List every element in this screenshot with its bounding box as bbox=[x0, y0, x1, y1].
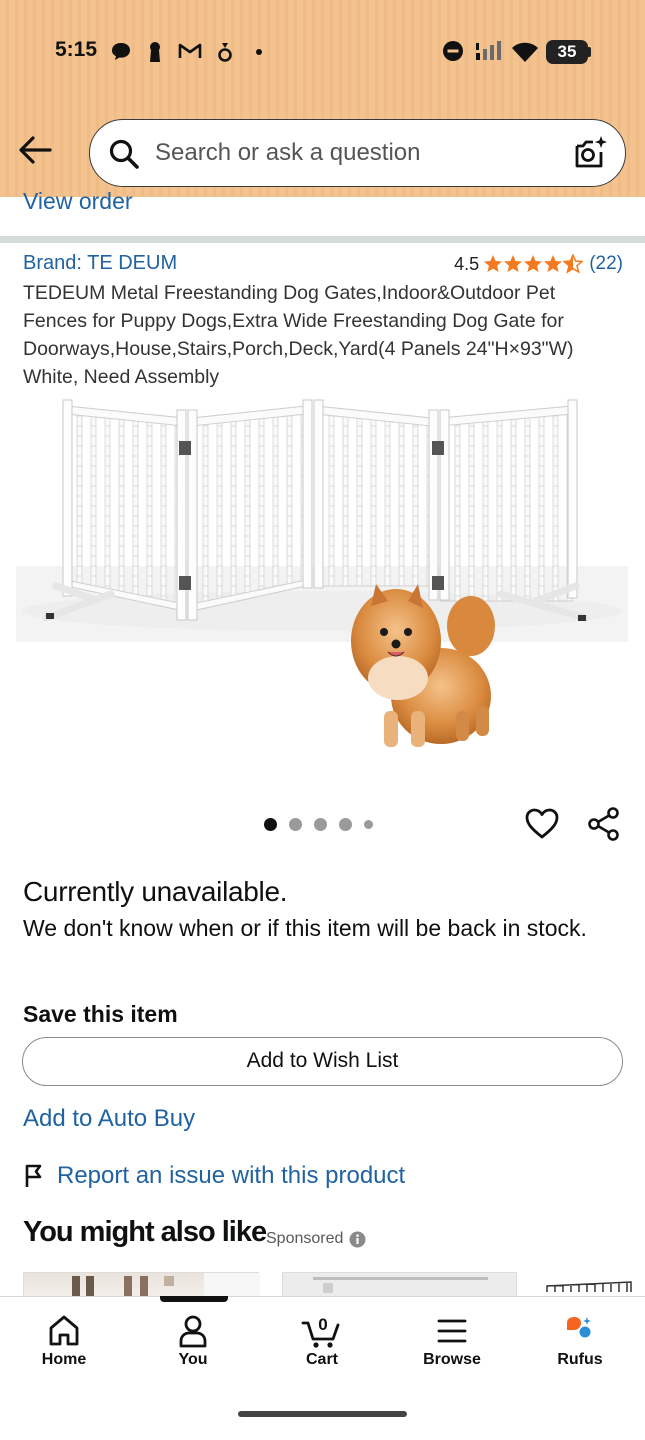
rufus-icon bbox=[567, 1317, 591, 1338]
battery-indicator: 35 bbox=[546, 40, 588, 64]
nav-rufus-label: Rufus bbox=[557, 1351, 603, 1368]
status-time: 5:15 bbox=[55, 38, 98, 61]
rating-count[interactable]: (22) bbox=[589, 253, 623, 275]
star-full-icon bbox=[524, 255, 543, 272]
active-tab-indicator bbox=[160, 1296, 228, 1302]
more-notifications-icon bbox=[256, 49, 262, 55]
signal-icon bbox=[476, 41, 501, 60]
menu-icon bbox=[437, 1319, 467, 1343]
bottom-navigation: Home You 0 Cart Browse Rufus bbox=[0, 1296, 645, 1440]
recommendations-heading: You might also like bbox=[23, 1216, 267, 1248]
sponsored-text: Sponsored bbox=[266, 1230, 344, 1247]
cart-icon: 0 bbox=[301, 1315, 340, 1348]
thumbnail-image bbox=[72, 1273, 260, 1298]
chat-notification-icon bbox=[112, 43, 130, 60]
image-pagination[interactable] bbox=[264, 818, 385, 831]
back-arrow-icon[interactable] bbox=[16, 133, 56, 167]
app-header: 5:15 35 Search or ask a question bbox=[0, 0, 645, 197]
report-issue-label: Report an issue with this product bbox=[57, 1162, 406, 1189]
status-bar: 5:15 35 bbox=[0, 30, 645, 74]
search-bar[interactable]: Search or ask a question bbox=[89, 119, 626, 187]
recommendation-thumbnail[interactable] bbox=[541, 1272, 645, 1298]
info-icon[interactable] bbox=[349, 1231, 366, 1248]
brand-link[interactable]: Brand: TE DEUM bbox=[23, 252, 177, 275]
nav-browse-label: Browse bbox=[423, 1351, 481, 1368]
battery-tip bbox=[588, 47, 591, 57]
cart-count: 0 bbox=[318, 1315, 327, 1334]
gmail-notification-icon bbox=[178, 43, 202, 58]
sponsored-label[interactable]: Sponsored bbox=[266, 1230, 366, 1248]
add-to-auto-buy-link[interactable]: Add to Auto Buy bbox=[23, 1105, 195, 1133]
nav-home-label: Home bbox=[41, 1351, 87, 1368]
rating-value: 4.5 bbox=[454, 253, 480, 274]
star-full-icon bbox=[484, 255, 503, 272]
availability-message: We don't know when or if this item will … bbox=[23, 915, 587, 941]
pagination-dot-active[interactable] bbox=[264, 818, 277, 831]
star-full-icon bbox=[544, 255, 563, 272]
product-image[interactable] bbox=[16, 396, 628, 766]
nav-cart-label: Cart bbox=[305, 1351, 338, 1368]
search-icon bbox=[109, 139, 139, 169]
star-half-icon bbox=[563, 254, 584, 274]
rating-stars bbox=[483, 254, 584, 274]
search-input[interactable]: Search or ask a question bbox=[155, 139, 421, 167]
app-notification-icon bbox=[218, 43, 232, 62]
heart-icon[interactable] bbox=[524, 806, 560, 842]
product-title: TEDEUM Metal Freestanding Dog Gates,Indo… bbox=[23, 282, 574, 388]
thumbnail-image bbox=[313, 1277, 488, 1293]
system-home-indicator[interactable] bbox=[238, 1411, 407, 1417]
home-icon bbox=[49, 1315, 79, 1346]
nav-rufus[interactable]: Rufus bbox=[530, 1313, 630, 1369]
flag-icon bbox=[25, 1164, 42, 1187]
save-item-heading: Save this item bbox=[23, 1001, 178, 1027]
recommendations-carousel[interactable] bbox=[23, 1272, 645, 1298]
report-issue-link[interactable]: Report an issue with this product bbox=[23, 1159, 405, 1193]
recommendation-thumbnail[interactable] bbox=[282, 1272, 517, 1298]
nav-browse[interactable]: Browse bbox=[402, 1313, 502, 1369]
view-order-link[interactable]: View order bbox=[23, 188, 133, 215]
add-to-wish-list-button[interactable]: Add to Wish List bbox=[22, 1037, 623, 1086]
share-icon[interactable] bbox=[586, 806, 622, 842]
person-icon bbox=[179, 1315, 207, 1348]
section-divider bbox=[0, 236, 645, 243]
pagination-dot[interactable] bbox=[289, 818, 302, 831]
pagination-dot[interactable] bbox=[339, 818, 352, 831]
thumbnail-image bbox=[546, 1281, 632, 1292]
do-not-disturb-icon bbox=[443, 41, 463, 61]
nav-you[interactable]: You bbox=[143, 1313, 243, 1369]
nav-cart[interactable]: 0 Cart bbox=[272, 1313, 372, 1369]
nav-home[interactable]: Home bbox=[14, 1313, 114, 1369]
pagination-dot[interactable] bbox=[364, 820, 373, 829]
star-full-icon bbox=[504, 255, 523, 272]
recommendation-thumbnail[interactable] bbox=[23, 1272, 260, 1298]
nav-you-label: You bbox=[178, 1351, 208, 1368]
product-rating[interactable]: 4.5 (22) bbox=[454, 251, 623, 277]
camera-search-icon[interactable] bbox=[571, 134, 609, 172]
wifi-icon bbox=[512, 42, 538, 62]
pagination-dot[interactable] bbox=[314, 818, 327, 831]
availability-heading: Currently unavailable. bbox=[23, 876, 288, 907]
keyhole-notification-icon bbox=[150, 42, 160, 62]
